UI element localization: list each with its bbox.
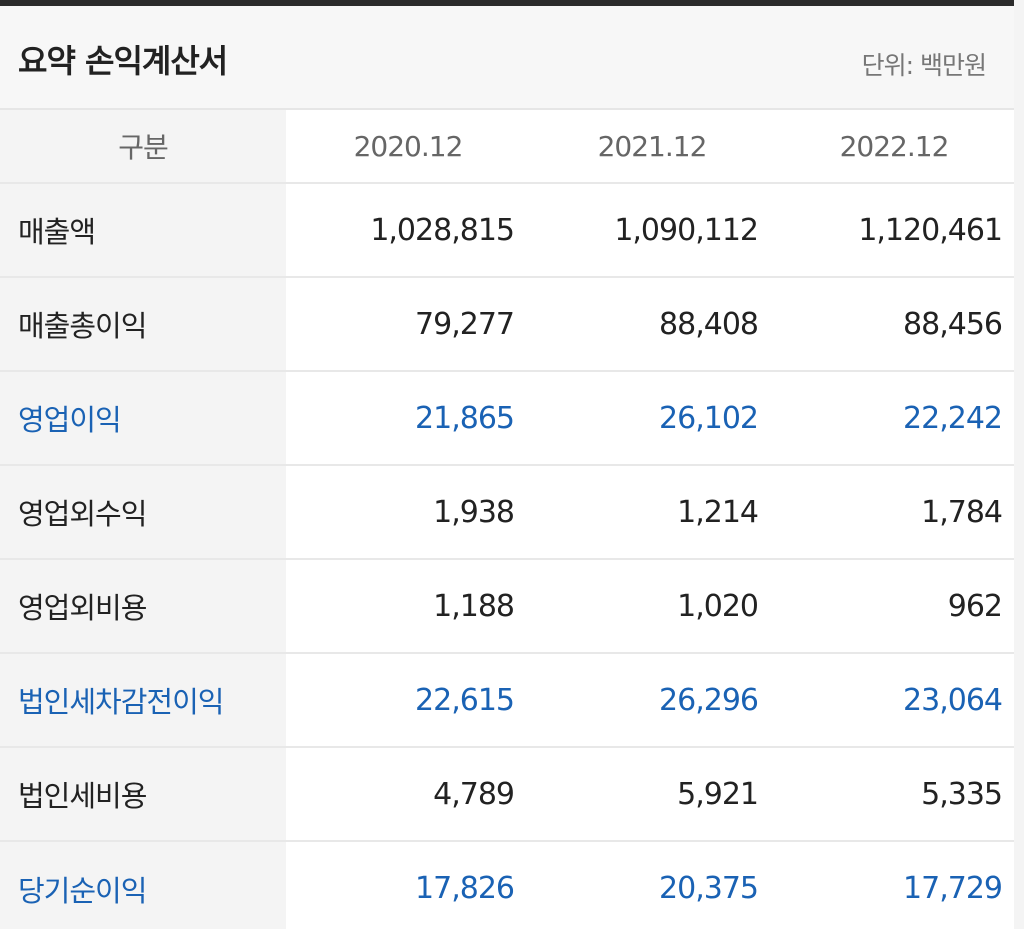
right-edge xyxy=(1014,0,1024,929)
row-value: 962 xyxy=(774,559,1014,654)
table-header-row: 구분 2020.12 2021.12 2022.12 xyxy=(0,110,1014,184)
card-title: 요약 손익계산서 xyxy=(18,42,228,80)
row-label: 당기순이익 xyxy=(0,841,286,929)
row-label: 영업외비용 xyxy=(0,559,286,654)
row-value: 26,102 xyxy=(530,371,774,466)
row-value: 17,729 xyxy=(774,841,1014,929)
period-header: 2022.12 xyxy=(774,110,1014,184)
row-value: 1,020 xyxy=(530,559,774,654)
row-value: 22,242 xyxy=(774,371,1014,466)
row-label: 법인세비용 xyxy=(0,747,286,842)
row-value: 17,826 xyxy=(286,841,530,929)
unit-label: 단위: 백만원 xyxy=(861,51,987,80)
row-label: 영업이익 xyxy=(0,371,286,466)
row-value: 4,789 xyxy=(286,747,530,842)
row-label: 영업외수익 xyxy=(0,465,286,560)
row-value: 88,408 xyxy=(530,277,774,372)
row-value: 1,214 xyxy=(530,465,774,560)
period-header: 2021.12 xyxy=(530,110,774,184)
category-header: 구분 xyxy=(0,110,286,184)
row-value: 79,277 xyxy=(286,277,530,372)
row-value: 88,456 xyxy=(774,277,1014,372)
row-value: 21,865 xyxy=(286,371,530,466)
row-value: 26,296 xyxy=(530,653,774,748)
row-value: 23,064 xyxy=(774,653,1014,748)
table-row: 영업이익 21,865 26,102 22,242 xyxy=(0,371,1014,466)
table-row: 매출액 1,028,815 1,090,112 1,120,461 xyxy=(0,183,1014,278)
row-value: 20,375 xyxy=(530,841,774,929)
row-value: 5,335 xyxy=(774,747,1014,842)
table-row: 법인세비용 4,789 5,921 5,335 xyxy=(0,747,1014,842)
row-value: 1,784 xyxy=(774,465,1014,560)
income-statement-table: 구분 2020.12 2021.12 2022.12 매출액 1,028,815… xyxy=(0,110,1014,929)
table-row: 매출총이익 79,277 88,408 88,456 xyxy=(0,277,1014,372)
row-value: 22,615 xyxy=(286,653,530,748)
table-row: 법인세차감전이익 22,615 26,296 23,064 xyxy=(0,653,1014,748)
row-label: 매출총이익 xyxy=(0,277,286,372)
row-value: 1,028,815 xyxy=(286,183,530,278)
row-value: 1,188 xyxy=(286,559,530,654)
table-row: 영업외비용 1,188 1,020 962 xyxy=(0,559,1014,654)
row-value: 5,921 xyxy=(530,747,774,842)
table-row: 당기순이익 17,826 20,375 17,729 xyxy=(0,841,1014,929)
card-header: 요약 손익계산서 단위: 백만원 xyxy=(0,6,1014,110)
income-statement-card: 요약 손익계산서 단위: 백만원 구분 2020.12 2021.12 2022… xyxy=(0,0,1024,929)
period-header: 2020.12 xyxy=(286,110,530,184)
row-label: 매출액 xyxy=(0,183,286,278)
row-value: 1,120,461 xyxy=(774,183,1014,278)
table-row: 영업외수익 1,938 1,214 1,784 xyxy=(0,465,1014,560)
row-value: 1,938 xyxy=(286,465,530,560)
row-value: 1,090,112 xyxy=(530,183,774,278)
row-label: 법인세차감전이익 xyxy=(0,653,286,748)
